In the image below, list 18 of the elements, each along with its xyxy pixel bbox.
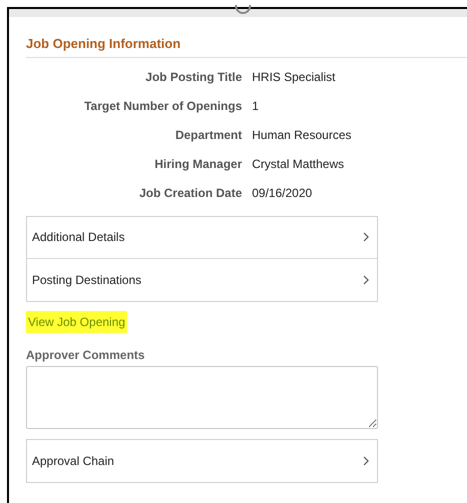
field-label: Target Number of Openings [83, 98, 243, 114]
field-value: HRIS Specialist [252, 68, 336, 86]
field-value: 09/16/2020 [252, 184, 312, 202]
comments-field[interactable] [26, 366, 378, 428]
comments-label: Approver Comments [26, 346, 146, 364]
field-label: Job Posting Title [144, 68, 243, 86]
handle-icon [235, 5, 251, 14]
chevron-right-icon [363, 274, 369, 284]
field-value: 1 [252, 98, 259, 114]
field-label: Hiring Manager [154, 156, 243, 172]
field-value: Human Resources [252, 126, 352, 144]
view-job-opening-link[interactable]: View Job Opening [26, 310, 128, 332]
chevron-right-icon [363, 232, 369, 242]
chevron-right-icon [363, 456, 369, 466]
field-value: Crystal Matthews [252, 156, 344, 172]
field-label: Job Creation Date [138, 184, 243, 202]
section-title: Job Opening Information [26, 34, 467, 58]
field-label: Department [174, 126, 243, 144]
